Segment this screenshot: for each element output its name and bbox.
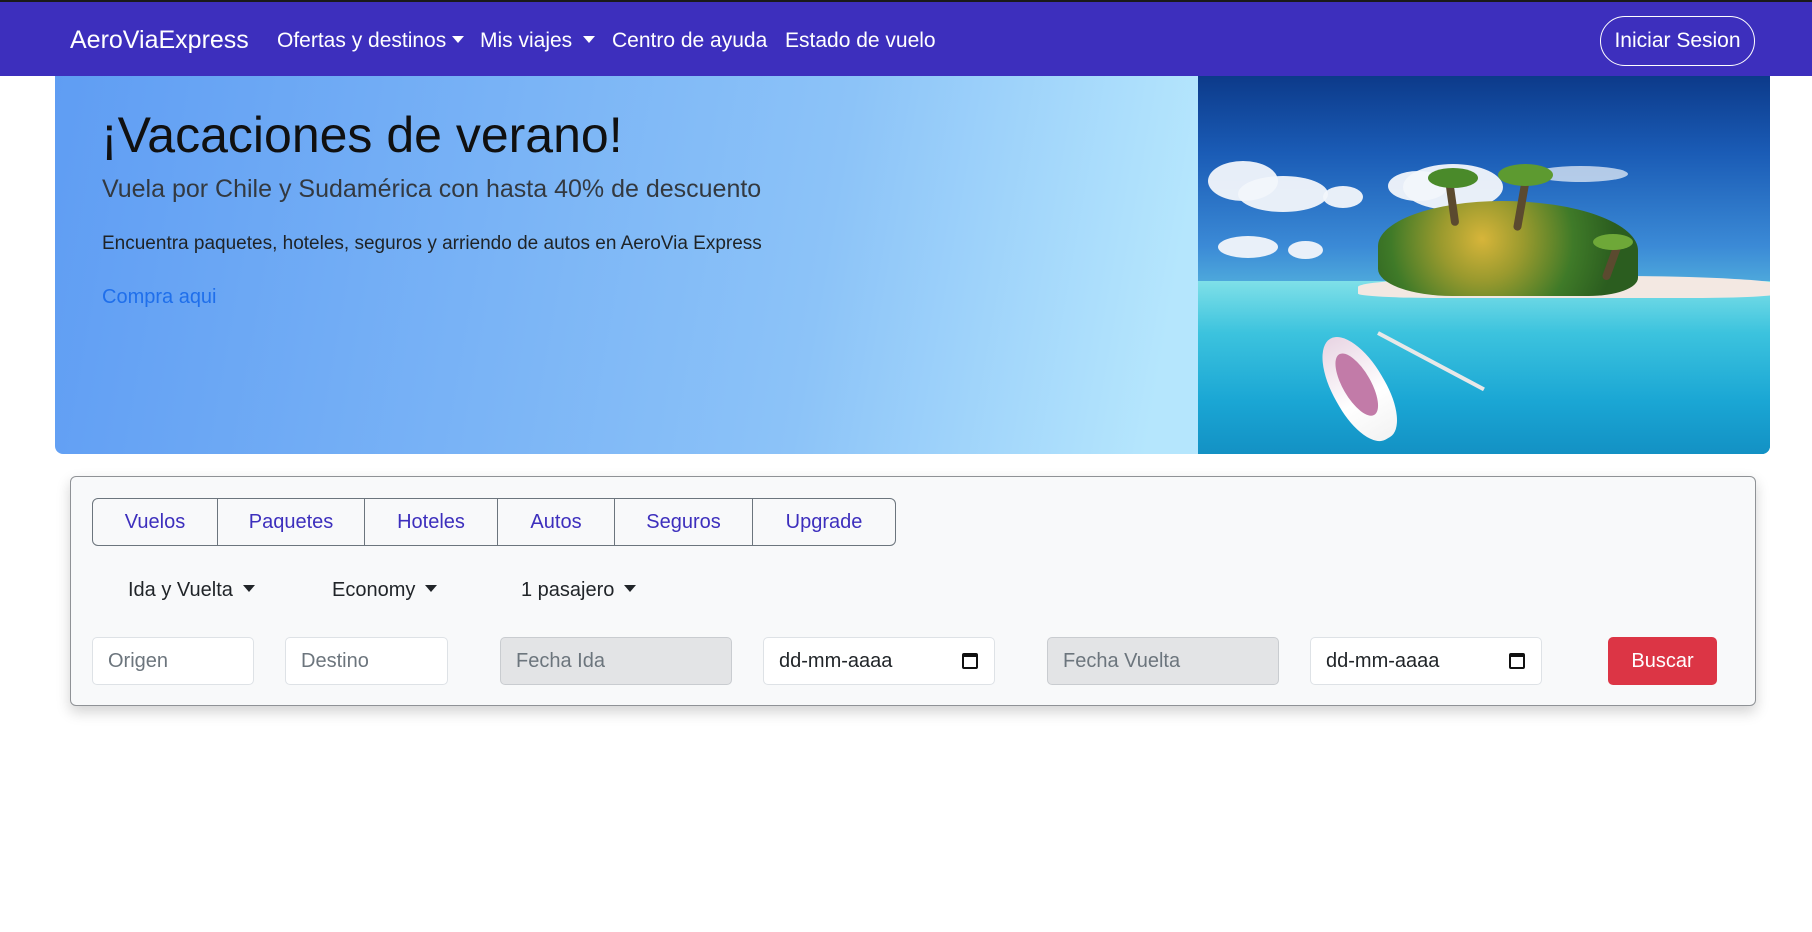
nav-centro-ayuda[interactable]: Centro de ayuda (612, 29, 767, 53)
cabin-class-label: Economy (332, 579, 416, 601)
destination-input[interactable]: Destino (285, 637, 448, 685)
nav-ofertas-label: Ofertas y destinos (277, 29, 447, 52)
nav-mis-viajes-label: Mis viajes (480, 29, 573, 52)
return-date-input[interactable]: dd-mm-aaaa (1310, 637, 1542, 685)
trip-type-dropdown[interactable]: Ida y Vuelta (128, 579, 255, 602)
tab-hoteles[interactable]: Hoteles (365, 499, 498, 545)
buy-here-link[interactable]: Compra aqui (102, 286, 217, 309)
search-tabs: Vuelos Paquetes Hoteles Autos Seguros Up… (92, 498, 896, 546)
hero-title: ¡Vacaciones de verano! (101, 107, 623, 163)
login-button[interactable]: Iniciar Sesion (1600, 16, 1755, 66)
origin-input[interactable]: Origen (92, 637, 254, 685)
trip-type-label: Ida y Vuelta (128, 579, 233, 601)
hero-description: Encuentra paquetes, hoteles, seguros y a… (102, 233, 762, 254)
ocean-water (1198, 281, 1770, 454)
nav-ofertas-destinos[interactable]: Ofertas y destinos (277, 29, 465, 53)
brand-logo[interactable]: AeroViaExpress (70, 26, 249, 55)
chevron-down-icon (425, 585, 438, 592)
cloud-shape (1218, 236, 1278, 258)
chevron-down-icon (583, 36, 596, 43)
tab-seguros[interactable]: Seguros (615, 499, 753, 545)
palm-leaves (1428, 168, 1478, 188)
nav-estado-vuelo[interactable]: Estado de vuelo (785, 29, 936, 53)
tab-autos[interactable]: Autos (498, 499, 615, 545)
hero-banner: ¡Vacaciones de verano! Vuela por Chile y… (55, 76, 1770, 454)
calendar-icon[interactable] (1509, 653, 1525, 669)
passengers-label: 1 pasajero (521, 579, 615, 601)
island-vegetation (1378, 201, 1638, 296)
departure-date-value: dd-mm-aaaa (779, 649, 893, 672)
search-button[interactable]: Buscar (1608, 637, 1717, 685)
flight-search-card: Vuelos Paquetes Hoteles Autos Seguros Up… (70, 476, 1756, 706)
tab-paquetes[interactable]: Paquetes (218, 499, 365, 545)
departure-date-input[interactable]: dd-mm-aaaa (763, 637, 995, 685)
nav-mis-viajes[interactable]: Mis viajes (480, 29, 596, 53)
chevron-down-icon (242, 585, 255, 592)
calendar-icon[interactable] (962, 653, 978, 669)
hero-subtitle: Vuela por Chile y Sudamérica con hasta 4… (102, 175, 762, 203)
cloud-shape (1238, 176, 1328, 212)
cloud-shape (1323, 186, 1363, 208)
chevron-down-icon (452, 36, 465, 43)
return-date-value: dd-mm-aaaa (1326, 649, 1440, 672)
top-navbar: AeroViaExpress Ofertas y destinos Mis vi… (0, 0, 1812, 76)
passengers-dropdown[interactable]: 1 pasajero (521, 579, 637, 602)
cabin-class-dropdown[interactable]: Economy (332, 579, 438, 602)
tropical-island-image (1198, 76, 1770, 454)
departure-label-field: Fecha Ida (500, 637, 732, 685)
palm-leaves (1593, 234, 1633, 250)
cloud-shape (1288, 241, 1323, 259)
palm-leaves (1498, 164, 1553, 186)
tab-vuelos[interactable]: Vuelos (93, 499, 218, 545)
return-label-field: Fecha Vuelta (1047, 637, 1279, 685)
chevron-down-icon (624, 585, 637, 592)
tab-upgrade[interactable]: Upgrade (753, 499, 895, 545)
